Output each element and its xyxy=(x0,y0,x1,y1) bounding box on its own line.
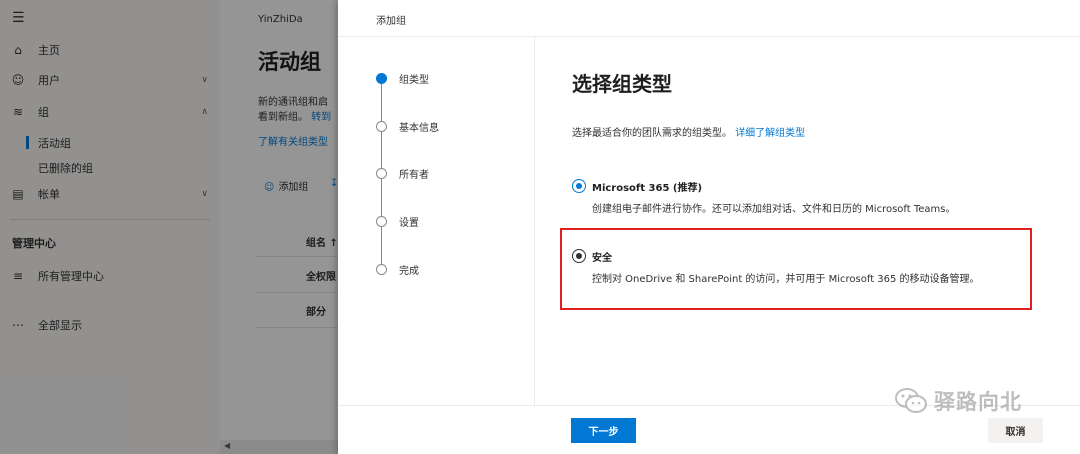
option-title: Microsoft 365 (推荐) xyxy=(592,183,703,194)
step-group-type: 组类型 xyxy=(376,71,429,86)
step-settings: 设置 xyxy=(376,214,419,229)
next-button[interactable]: 下一步 xyxy=(571,418,636,443)
step-label: 组类型 xyxy=(399,75,429,86)
step-finish: 完成 xyxy=(376,262,419,277)
content-title: 选择组类型 xyxy=(572,72,672,96)
step-label: 所有者 xyxy=(399,170,429,181)
step-current-icon xyxy=(376,73,387,84)
divider xyxy=(534,37,535,405)
add-group-panel: 添加组 组类型 基本信息 所有者 设置 完成 选择组类型 选择最适合你的团队需求… xyxy=(338,0,1080,454)
content-description: 选择最适合你的团队需求的组类型。 详细了解组类型 xyxy=(572,128,806,139)
watermark-text: 驿路向北 xyxy=(934,390,1022,414)
cancel-button[interactable]: 取消 xyxy=(988,418,1043,443)
wechat-icon xyxy=(895,388,927,413)
step-basics: 基本信息 xyxy=(376,119,439,134)
radio-microsoft-365[interactable] xyxy=(572,179,586,193)
step-label: 基本信息 xyxy=(399,123,439,134)
step-pending-icon xyxy=(376,121,387,132)
wizard-stepper: 组类型 基本信息 所有者 设置 完成 xyxy=(338,37,534,405)
step-pending-icon xyxy=(376,264,387,275)
option-description: 创建组电子邮件进行协作。还可以添加组对话、文件和日历的 Microsoft Te… xyxy=(592,204,956,215)
annotation-highlight-box xyxy=(560,228,1032,310)
learn-more-link[interactable]: 详细了解组类型 xyxy=(735,128,805,139)
step-label: 设置 xyxy=(399,218,419,229)
step-pending-icon xyxy=(376,216,387,227)
modal-overlay[interactable] xyxy=(0,0,338,454)
panel-title: 添加组 xyxy=(376,16,406,27)
step-owners: 所有者 xyxy=(376,166,429,181)
step-label: 完成 xyxy=(399,266,419,277)
step-pending-icon xyxy=(376,168,387,179)
watermark: 驿路向北 xyxy=(894,386,1022,416)
